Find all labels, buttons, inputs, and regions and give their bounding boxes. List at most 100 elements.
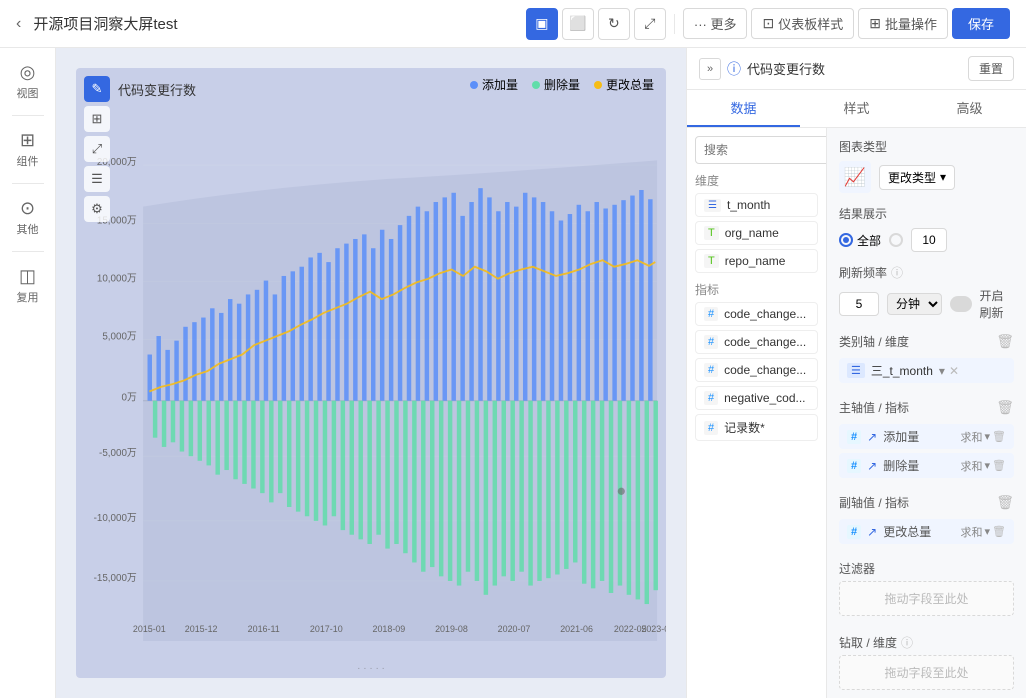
category-axis-section: 类别轴 / 维度 🗑 ☰ 三_t_month ▾ ✕ [839, 333, 1014, 387]
dimension-label: 维度 [695, 172, 818, 189]
tab-style[interactable]: 样式 [800, 90, 913, 127]
collapse-button[interactable]: » [699, 58, 721, 80]
tab-advanced[interactable]: 高级 [913, 90, 1026, 127]
sidebar-item-view[interactable]: ◎ 视图 [6, 56, 50, 107]
monitor-icon-btn[interactable]: ▣ [526, 8, 558, 40]
chart-type-icon: 📈 [839, 161, 871, 193]
chart-tool-edit[interactable]: ✎ [84, 76, 110, 102]
axis-tag-dropdown[interactable]: ▾ [939, 364, 945, 378]
minute-select[interactable]: 分钟 [887, 293, 942, 315]
view-icon: ◎ [20, 62, 36, 83]
canvas-area[interactable]: ✎ ⊞ ⤢ ☰ ⚙ 代码变更行数 添加量 删除量 [56, 48, 686, 698]
svg-text:2016-11: 2016-11 [248, 624, 280, 634]
sidebar-sep-1 [12, 115, 44, 116]
chart-type-row: 📈 更改类型 ▾ [839, 161, 1014, 193]
category-axis-del[interactable]: 🗑 [996, 333, 1014, 350]
chart-tool-list[interactable]: ☰ [84, 166, 110, 192]
chart-svg: 20,000万 15,000万 10,000万 5,000万 0万 -5,000… [76, 68, 666, 678]
filter-section: 过滤器 拖动字段至此处 [839, 560, 1014, 622]
dashboard-style-btn[interactable]: ⊡ 仪表板样式 [751, 8, 854, 39]
batch-ops-btn[interactable]: ⊞ 批量操作 [858, 8, 948, 39]
back-button[interactable]: ‹ [16, 15, 21, 33]
secondary-axis-header: 副轴值 / 指标 🗑 [839, 494, 1014, 511]
metric-code-change-3[interactable]: # code_change... [695, 358, 818, 382]
metric-total-tag: # ↗ 更改总量 求和 ▾ 🗑 [839, 519, 1014, 544]
sidebar-item-other[interactable]: ⊙ 其他 [6, 192, 50, 243]
metric-del-type[interactable]: 求和 ▾ 🗑 [961, 458, 1007, 474]
metric-add-del[interactable]: 🗑 [992, 430, 1006, 443]
result-section: 结果展示 全部 [839, 205, 1014, 252]
refresh-toggle[interactable] [950, 296, 972, 312]
drill-section: 钻取 / 维度 ⓘ 拖动字段至此处 [839, 634, 1014, 696]
sidebar-sep-3 [12, 251, 44, 252]
drill-info-icon: ⓘ [901, 634, 913, 651]
rp-config-content: 图表类型 📈 更改类型 ▾ 结果展示 [827, 128, 1026, 698]
dim-t-month[interactable]: ☰ t_month [695, 193, 818, 217]
chart-tool-expand[interactable]: ⤢ [84, 136, 110, 162]
chart-toolbar: ✎ ⊞ ⤢ ☰ ⚙ [84, 76, 110, 222]
metric-total-type[interactable]: 求和 ▾ 🗑 [961, 524, 1007, 540]
change-type-btn[interactable]: 更改类型 ▾ [879, 165, 955, 190]
chart-tool-settings[interactable]: ⚙ [84, 196, 110, 222]
svg-text:2015-01: 2015-01 [133, 624, 166, 634]
toolbar-icons: ▣ ⬜ ↻ ⤢ ··· 更多 ⊡ 仪表板样式 ⊞ 批量操作 保存 [526, 8, 1010, 40]
dim-repo-name[interactable]: T repo_name [695, 249, 818, 273]
save-button[interactable]: 保存 [952, 8, 1010, 39]
metric-del-tag: # ↗ 删除量 求和 ▾ 🗑 [839, 453, 1014, 478]
radio-all[interactable]: 全部 [839, 232, 881, 249]
metric-label: 指标 [695, 281, 818, 298]
drill-drop-zone[interactable]: 拖动字段至此处 [839, 655, 1014, 690]
metric-add-type[interactable]: 求和 ▾ 🗑 [961, 429, 1007, 445]
sidebar-item-label: 复用 [17, 289, 39, 305]
refresh-info-icon: ⓘ [891, 264, 903, 281]
tablet-icon-btn[interactable]: ⬜ [562, 8, 594, 40]
filter-drop-zone[interactable]: 拖动字段至此处 [839, 581, 1014, 616]
search-input[interactable] [695, 136, 827, 164]
rp-header: » ⓘ 代码变更行数 重置 [687, 48, 1026, 90]
refresh-toggle-label: 开启刷新 [980, 287, 1014, 321]
svg-text:2015-12: 2015-12 [185, 624, 218, 634]
expand-icon-btn[interactable]: ⤢ [634, 8, 666, 40]
chart-tool-grid[interactable]: ⊞ [84, 106, 110, 132]
tab-data[interactable]: 数据 [687, 90, 800, 127]
svg-text:0万: 0万 [121, 393, 136, 404]
sidebar-item-label: 组件 [17, 153, 39, 169]
category-axis-header: 类别轴 / 维度 🗑 [839, 333, 1014, 350]
metric-code-change-2[interactable]: # code_change... [695, 330, 818, 354]
metric-del-del[interactable]: 🗑 [992, 459, 1006, 472]
primary-axis-del[interactable]: 🗑 [996, 399, 1014, 416]
sidebar-item-reuse[interactable]: ◫ 复用 [6, 260, 50, 311]
svg-text:5,000万: 5,000万 [102, 332, 136, 343]
reset-button[interactable]: 重置 [968, 56, 1014, 81]
dim-org-name[interactable]: T org_name [695, 221, 818, 245]
category-axis-tag: ☰ 三_t_month ▾ ✕ [839, 358, 1014, 383]
radio-num[interactable] [889, 233, 903, 247]
info-icon: ⓘ [727, 59, 741, 79]
metric-record-count[interactable]: # 记录数* [695, 414, 818, 441]
svg-text:10,000万: 10,000万 [97, 273, 137, 284]
sidebar-item-component[interactable]: ⊞ 组件 [6, 124, 50, 175]
reuse-icon: ◫ [19, 266, 36, 287]
sidebar-item-label: 视图 [17, 85, 39, 101]
refresh-num-input[interactable] [839, 292, 879, 316]
secondary-axis-section: 副轴值 / 指标 🗑 # ↗ 更改总量 求和 ▾ 🗑 [839, 494, 1014, 548]
metric-code-change-1[interactable]: # code_change... [695, 302, 818, 326]
svg-text:-5,000万: -5,000万 [99, 448, 137, 459]
refresh-icon-btn[interactable]: ↻ [598, 8, 630, 40]
chart-container: ✎ ⊞ ⤢ ☰ ⚙ 代码变更行数 添加量 删除量 [76, 68, 666, 678]
svg-text:2019-08: 2019-08 [435, 624, 468, 634]
axis-tag-actions: ▾ ✕ [939, 364, 959, 378]
svg-text:2017-10: 2017-10 [310, 624, 343, 634]
more-btn[interactable]: ··· 更多 [683, 8, 748, 39]
metric-negative-code[interactable]: # negative_cod... [695, 386, 818, 410]
result-num-input[interactable] [911, 228, 947, 252]
secondary-axis-del[interactable]: 🗑 [996, 494, 1014, 511]
rp-title: 代码变更行数 [747, 59, 962, 78]
metric-total-del[interactable]: 🗑 [992, 525, 1006, 538]
result-row: 全部 [839, 228, 1014, 252]
metric-add-tag: # ↗ 添加量 求和 ▾ 🗑 [839, 424, 1014, 449]
sidebar-item-label: 其他 [17, 221, 39, 237]
chart-type-section: 图表类型 📈 更改类型 ▾ [839, 138, 1014, 193]
search-bar: ⚙ ↻ [695, 136, 818, 164]
axis-tag-remove[interactable]: ✕ [949, 364, 959, 378]
